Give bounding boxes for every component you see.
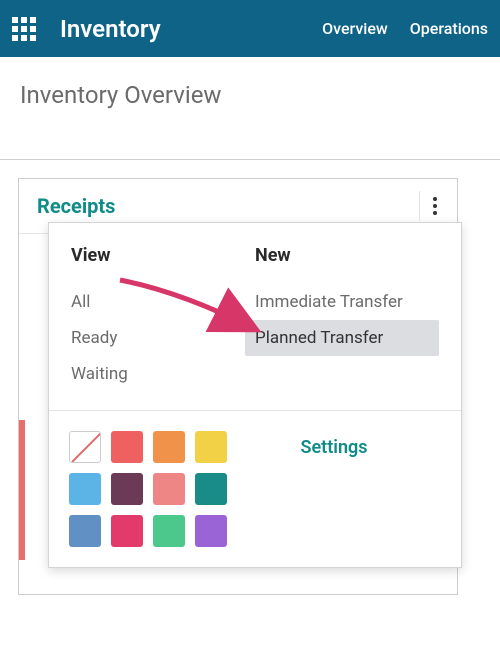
top-navbar: Inventory Overview Operations: [0, 0, 500, 57]
new-column: New Immediate Transfer Planned Transfer: [255, 245, 439, 392]
view-waiting[interactable]: Waiting: [61, 356, 255, 392]
view-heading: View: [71, 245, 255, 266]
card-menu-button[interactable]: [419, 191, 449, 221]
new-planned-transfer[interactable]: Planned Transfer: [245, 320, 439, 356]
card-accent-red: [19, 420, 25, 560]
color-swatch-3[interactable]: [195, 431, 227, 463]
color-swatch-2[interactable]: [153, 431, 185, 463]
new-heading: New: [255, 245, 439, 266]
app-title: Inventory: [60, 15, 300, 43]
color-swatch-4[interactable]: [69, 473, 101, 505]
color-swatch-10[interactable]: [153, 515, 185, 547]
color-swatch-11[interactable]: [195, 515, 227, 547]
kebab-icon: [433, 197, 437, 215]
view-column: View All Ready Waiting: [71, 245, 255, 392]
color-swatch-8[interactable]: [69, 515, 101, 547]
color-picker: [69, 431, 227, 547]
color-swatch-none[interactable]: [69, 431, 101, 463]
color-swatch-5[interactable]: [111, 473, 143, 505]
nav-operations[interactable]: Operations: [410, 19, 488, 38]
settings-link[interactable]: Settings: [227, 431, 441, 458]
new-immediate-transfer[interactable]: Immediate Transfer: [245, 284, 439, 320]
color-swatch-6[interactable]: [153, 473, 185, 505]
color-swatch-1[interactable]: [111, 431, 143, 463]
card-area: Receipts View All Ready Waiting New Imme…: [0, 160, 500, 613]
receipts-title: Receipts: [37, 194, 115, 218]
apps-icon[interactable]: [12, 17, 36, 41]
card-dropdown-menu: View All Ready Waiting New Immediate Tra…: [48, 222, 462, 568]
view-ready[interactable]: Ready: [61, 320, 255, 356]
color-swatch-9[interactable]: [111, 515, 143, 547]
nav-overview[interactable]: Overview: [322, 19, 388, 38]
page-title: Inventory Overview: [0, 57, 500, 159]
view-all[interactable]: All: [61, 284, 255, 320]
color-swatch-7[interactable]: [195, 473, 227, 505]
